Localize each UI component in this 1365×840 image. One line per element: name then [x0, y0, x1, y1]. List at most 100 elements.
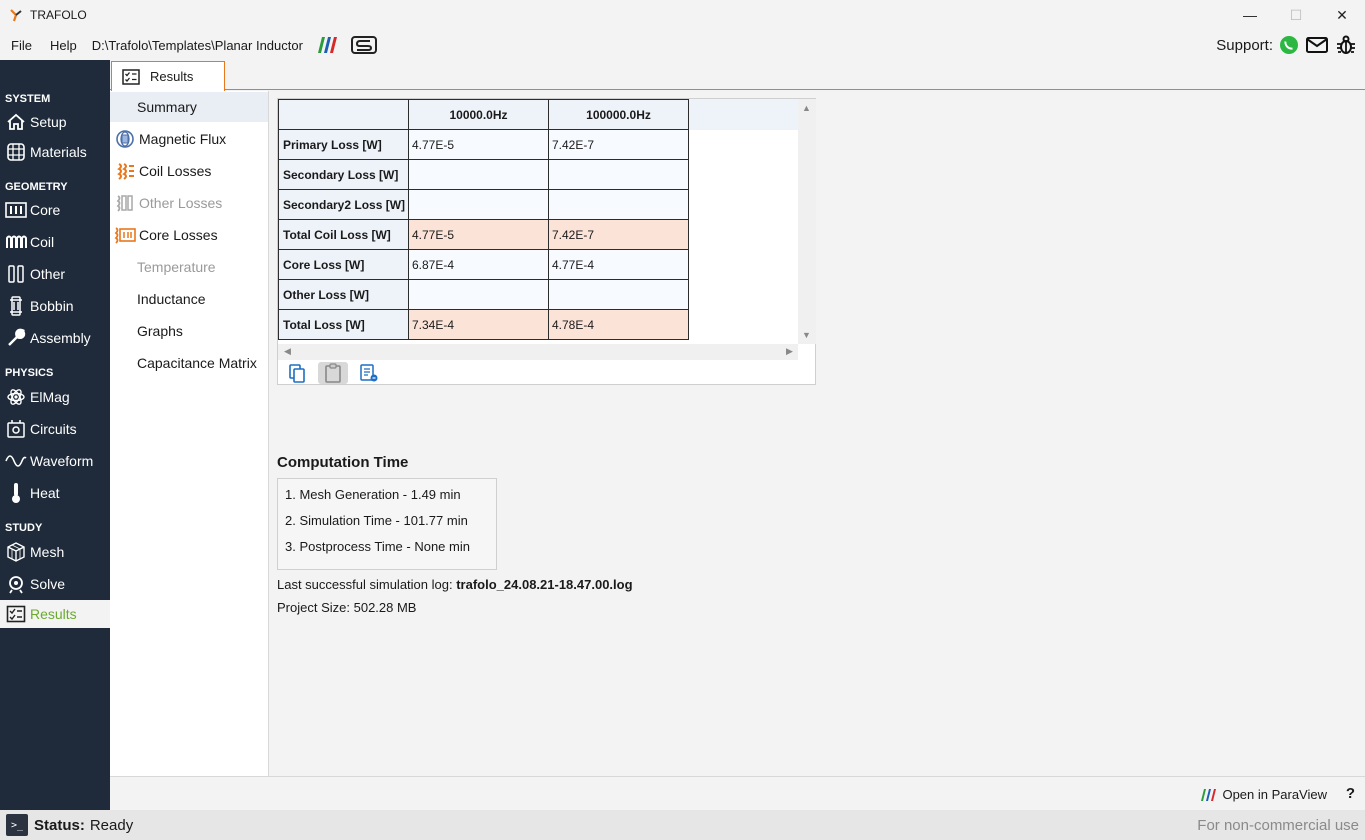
project-size-label: Project Size:	[277, 600, 350, 615]
help-button[interactable]: ?	[1346, 785, 1355, 802]
results-summary-panel: 10000.0Hz 100000.0Hz Primary Loss [W] 4.7…	[270, 91, 1365, 776]
paste-button[interactable]	[318, 362, 348, 384]
table-cell[interactable]: 7.42E-7	[548, 219, 689, 250]
open-in-paraview-button[interactable]: Open in ParaView	[1200, 787, 1327, 802]
subnav-inductance[interactable]: Inductance	[110, 284, 268, 314]
table-cell[interactable]: 6.87E-4	[408, 249, 549, 280]
scroll-left-arrow-icon[interactable]: ◀	[284, 346, 291, 357]
row-header[interactable]: Primary Loss [W]	[278, 129, 409, 160]
subnav-magnetic-flux[interactable]: Magnetic Flux	[110, 124, 268, 154]
sidebar-label-waveform: Waveform	[30, 453, 94, 469]
row-header[interactable]: Secondary Loss [W]	[278, 159, 409, 190]
subnav-other-losses-label: Other Losses	[139, 195, 223, 211]
sine-wave-icon	[5, 450, 27, 472]
sidebar-item-other[interactable]: Other	[0, 260, 110, 288]
coil-icon	[5, 231, 27, 253]
sidebar-label-assembly: Assembly	[30, 330, 91, 346]
log-file-name[interactable]: trafolo_24.08.21-18.47.00.log	[456, 577, 632, 592]
row-header[interactable]: Secondary2 Loss [W]	[278, 189, 409, 220]
menu-help[interactable]: Help	[39, 38, 84, 53]
scroll-down-arrow-icon[interactable]: ▼	[802, 330, 811, 340]
other-losses-icon	[114, 192, 136, 214]
subnav-temperature[interactable]: Temperature	[110, 252, 268, 282]
row-header[interactable]: Core Loss [W]	[278, 249, 409, 280]
menu-bar: File Help D:\Trafolo\Templates\Planar In…	[0, 30, 1365, 60]
copy-button[interactable]	[282, 362, 312, 384]
table-cell[interactable]	[408, 279, 549, 310]
whatsapp-icon[interactable]	[1279, 35, 1299, 55]
close-button[interactable]: ✕	[1319, 0, 1365, 30]
sidebar-item-assembly[interactable]: Assembly	[0, 324, 110, 352]
sidebar-item-mesh[interactable]: Mesh	[0, 538, 110, 566]
wrench-icon	[5, 327, 27, 349]
paraview-logo-icon[interactable]	[315, 36, 339, 54]
horizontal-scrollbar[interactable]: ◀ ▶	[278, 344, 798, 360]
project-size-line: Project Size: 502.28 MB	[277, 600, 416, 615]
table-cell[interactable]	[548, 189, 689, 220]
vertical-scrollbar[interactable]: ▲ ▼	[798, 99, 816, 344]
status-label: Status:	[34, 816, 85, 834]
table-cell[interactable]: 7.42E-7	[548, 129, 689, 160]
row-header[interactable]: Other Loss [W]	[278, 279, 409, 310]
sidebar-item-solve[interactable]: Solve	[0, 570, 110, 598]
paraview-label: Open in ParaView	[1222, 787, 1327, 802]
column-header[interactable]: 10000.0Hz	[408, 99, 549, 130]
sidebar-item-materials[interactable]: Materials	[0, 138, 110, 166]
row-header[interactable]: Total Coil Loss [W]	[278, 219, 409, 250]
tab-results[interactable]: Results	[111, 61, 225, 91]
subnav-summary[interactable]: Summary	[110, 92, 268, 122]
sidebar-label-elmag: ElMag	[30, 389, 70, 405]
sidebar-item-core[interactable]: Core	[0, 196, 110, 224]
export-list-icon	[360, 364, 378, 382]
table-corner-cell	[278, 99, 409, 130]
maximize-button[interactable]: ☐	[1273, 0, 1319, 30]
sidebar-item-heat[interactable]: Heat	[0, 479, 110, 507]
table-cell[interactable]: 4.78E-4	[548, 309, 689, 340]
table-cell[interactable]: 4.77E-5	[408, 129, 549, 160]
subnav-summary-label: Summary	[137, 99, 197, 115]
sidebar-item-setup[interactable]: Setup	[0, 108, 110, 136]
table-cell[interactable]	[548, 159, 689, 190]
computation-line: 3. Postprocess Time - None min	[285, 539, 470, 554]
materials-grid-icon	[5, 141, 27, 163]
column-header[interactable]: 100000.0Hz	[548, 99, 689, 130]
minimize-button[interactable]: —	[1227, 0, 1273, 30]
sidebar-item-circuits[interactable]: Circuits	[0, 415, 110, 443]
table-row: Secondary2 Loss [W]	[278, 189, 689, 220]
scroll-up-arrow-icon[interactable]: ▲	[802, 103, 811, 113]
table-cell[interactable]	[408, 159, 549, 190]
paraview-logo-icon	[1201, 788, 1217, 801]
table-cell[interactable]: 7.34E-4	[408, 309, 549, 340]
sidebar-label-circuits: Circuits	[30, 421, 77, 437]
table-row: Primary Loss [W] 4.77E-5 7.42E-7	[278, 129, 689, 160]
solve-icon	[5, 573, 27, 595]
subnav-core-losses[interactable]: Core Losses	[110, 220, 268, 250]
sidebar-item-bobbin[interactable]: Bobbin	[0, 292, 110, 320]
export-button[interactable]	[354, 362, 384, 384]
terminal-icon[interactable]: >_	[6, 814, 28, 836]
table-cell[interactable]: 4.77E-4	[548, 249, 689, 280]
sidebar-item-coil[interactable]: Coil	[0, 228, 110, 256]
table-cell[interactable]	[408, 189, 549, 220]
mail-icon[interactable]	[1305, 35, 1329, 55]
row-header[interactable]: Total Loss [W]	[278, 309, 409, 340]
trafolo-logo-icon	[10, 9, 22, 22]
subnav-graphs[interactable]: Graphs	[110, 316, 268, 346]
losses-table: 10000.0Hz 100000.0Hz Primary Loss [W] 4.7…	[278, 99, 689, 340]
table-row: Secondary Loss [W]	[278, 159, 689, 190]
sidebar-item-results[interactable]: Results	[0, 600, 110, 628]
scroll-right-arrow-icon[interactable]: ▶	[786, 346, 793, 357]
sidebar-item-waveform[interactable]: Waveform	[0, 447, 110, 475]
subnav-capacitance-matrix[interactable]: Capacitance Matrix	[110, 348, 268, 378]
solver-logo-icon[interactable]	[350, 35, 377, 55]
menu-file[interactable]: File	[0, 38, 39, 53]
subnav-other-losses[interactable]: Other Losses	[110, 188, 268, 218]
table-cell[interactable]	[548, 279, 689, 310]
table-cell[interactable]: 4.77E-5	[408, 219, 549, 250]
subnav-coil-losses[interactable]: Coil Losses	[110, 156, 268, 186]
sidebar-item-elmag[interactable]: ElMag	[0, 383, 110, 411]
subnav-graphs-label: Graphs	[137, 323, 183, 339]
bug-report-icon[interactable]	[1335, 34, 1357, 56]
table-row: Other Loss [W]	[278, 279, 689, 310]
table-row: Total Coil Loss [W] 4.77E-5 7.42E-7	[278, 219, 689, 250]
